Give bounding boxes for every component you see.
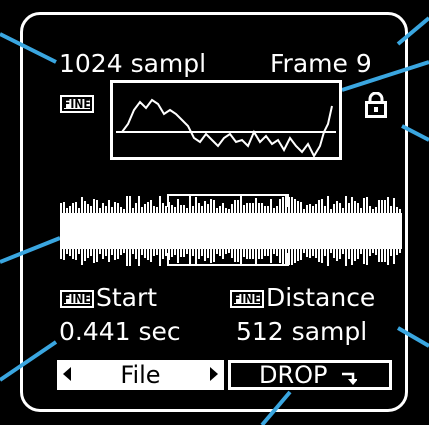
distance-fine-badge[interactable]: FINE (230, 290, 264, 308)
callout-waveform (0, 236, 61, 264)
callout-distance-value (396, 326, 429, 348)
main-waveform[interactable] (60, 185, 402, 275)
callout-frame (396, 16, 429, 46)
distance-fine-label: FINE (233, 292, 261, 306)
overview-fine-badge[interactable]: FINE (60, 95, 94, 113)
callout-samples (0, 32, 57, 64)
start-fine-label: FINE (63, 292, 91, 306)
distance-value[interactable]: 512 sampl (236, 318, 367, 346)
overview-fine-label: FINE (63, 97, 91, 111)
start-label: Start (96, 283, 158, 312)
start-fine-badge[interactable]: FINE (60, 290, 94, 308)
next-file-icon[interactable] (210, 367, 218, 381)
distance-label: Distance (266, 283, 376, 312)
overview-waveform[interactable] (110, 80, 342, 160)
callout-start-value (0, 340, 58, 382)
file-selector[interactable]: File (57, 360, 224, 390)
return-arrow-icon (342, 372, 357, 385)
callout-lock (401, 124, 429, 142)
callout-drop (260, 390, 292, 425)
drop-label: DROP (259, 361, 328, 389)
sample-count: 1024 sampl (59, 49, 207, 78)
drop-button[interactable]: DROP (228, 360, 392, 390)
start-value[interactable]: 0.441 sec (59, 318, 181, 346)
lock-icon[interactable] (365, 92, 387, 118)
file-label: File (120, 361, 161, 389)
frame-number: Frame 9 (270, 49, 372, 78)
